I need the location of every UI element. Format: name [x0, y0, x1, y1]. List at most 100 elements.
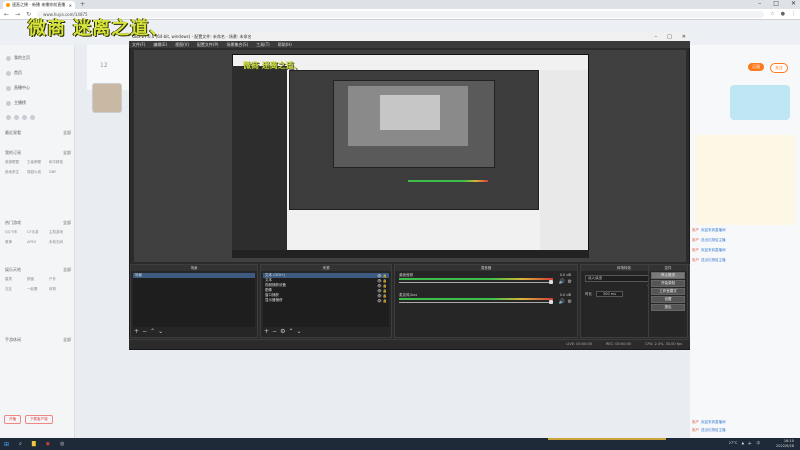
category-link[interactable]: 体育 [49, 287, 71, 292]
volume-slider[interactable] [399, 302, 553, 303]
obs-taskbar-icon[interactable]: ◎ [60, 441, 64, 447]
sidebar-item-rank[interactable]: 主播榜 [6, 100, 26, 106]
promo-banner[interactable] [730, 85, 790, 120]
exit-button[interactable]: 退出 [651, 304, 685, 311]
section-recent[interactable]: 最近观看 全部 [5, 130, 71, 136]
move-up-icon[interactable]: ⌃ [150, 328, 155, 335]
ime-indicator[interactable]: 中 [757, 441, 761, 446]
volume-slider-knob[interactable] [549, 300, 553, 304]
remove-source-button[interactable]: − [272, 328, 277, 335]
section-subscribed[interactable]: 我的订阅 全部 [5, 150, 71, 156]
menu-scene-collection[interactable]: 场景集合(S) [226, 42, 248, 48]
follow-button[interactable]: 关注 [770, 63, 788, 73]
sidebar-item-index[interactable]: 首页 [6, 70, 22, 76]
add-scene-button[interactable]: + [134, 328, 139, 335]
move-up-icon[interactable]: ⌃ [288, 328, 293, 335]
search-icon[interactable]: ⌕ [19, 441, 22, 447]
volume-icon[interactable]: 🔈 [748, 441, 752, 446]
menu-tools[interactable]: 工具(T) [256, 42, 270, 48]
chat-message: 用户 送出礼物给主播 [692, 258, 726, 262]
section-mobile[interactable]: 手游休闲 全部 [5, 337, 71, 343]
speaker-icon[interactable]: 🔊 [559, 299, 565, 305]
streamer-avatar[interactable] [92, 83, 122, 113]
settings-button[interactable]: 设置 [651, 296, 685, 303]
add-source-button[interactable]: + [264, 328, 269, 335]
studio-mode-button[interactable]: 工作室模式 [651, 288, 685, 295]
minimize-button[interactable]: – [758, 0, 761, 7]
category-link[interactable]: 原神 [5, 240, 27, 245]
section-hot-games[interactable]: 热门游戏 全部 [5, 220, 71, 226]
scenes-dock-title: 场景 [131, 265, 257, 271]
menu-profile[interactable]: 配置文件(P) [197, 42, 219, 48]
game-icon[interactable] [14, 115, 19, 120]
file-explorer-icon[interactable]: ▇ [32, 441, 36, 447]
live-timer: LIVE: 00:00:00 [566, 342, 592, 346]
video-icon[interactable] [30, 115, 35, 120]
star-icon[interactable]: ☆ [770, 11, 774, 17]
source-item[interactable]: 显示器捕获 👁 🔒 [263, 298, 389, 303]
start-recording-button[interactable]: 开始录制 [651, 280, 685, 287]
category-link[interactable]: 英雄联盟 [5, 160, 27, 165]
live-icon [6, 85, 11, 91]
category-link[interactable]: 永劫无间 [49, 240, 71, 245]
category-link[interactable]: 王者荣耀 [27, 160, 49, 165]
move-down-icon[interactable]: ⌄ [296, 328, 301, 335]
tab-close-icon[interactable]: ✕ [69, 3, 72, 8]
obs-minimize-button[interactable]: – [655, 34, 658, 40]
menu-view[interactable]: 视图(V) [175, 42, 189, 48]
category-link[interactable]: 户外 [49, 277, 71, 282]
back-icon[interactable]: ← [4, 11, 9, 18]
category-link[interactable]: DNF [49, 170, 71, 175]
start-stream-button[interactable]: 开播 [4, 415, 21, 424]
forward-icon[interactable]: → [15, 11, 20, 18]
category-link[interactable]: 穿越火线 [27, 170, 49, 175]
category-link[interactable]: 交友 [5, 287, 27, 292]
new-tab-button[interactable]: + [80, 1, 85, 8]
category-link[interactable]: 主机游戏 [49, 230, 71, 235]
category-link[interactable]: 和平精英 [49, 160, 71, 165]
gear-icon[interactable]: ⚙ [568, 299, 572, 305]
category-link[interactable]: 颜值 [27, 277, 49, 282]
windows-start-icon[interactable]: ⊞ [4, 441, 9, 448]
download-client-button[interactable]: 下载客户端 [25, 415, 53, 424]
speaker-icon[interactable]: 🔊 [559, 279, 565, 285]
menu-file[interactable]: 文件(F) [132, 42, 145, 48]
heart-icon[interactable] [6, 115, 11, 120]
section-entertainment[interactable]: 娱乐天地 全部 [5, 267, 71, 273]
duration-field[interactable]: 300 ms [596, 291, 624, 297]
remove-scene-button[interactable]: − [142, 328, 147, 335]
clock[interactable]: 16:10 2022/9/28 [776, 439, 794, 449]
star-icon[interactable] [22, 115, 27, 120]
category-link[interactable]: QQ飞车 [5, 230, 27, 235]
volume-slider[interactable] [399, 282, 553, 283]
category-link[interactable]: 绝地求生 [5, 170, 27, 175]
sidebar-item-live-center[interactable]: 直播中心 [6, 85, 30, 91]
source-settings-icon[interactable]: ⚙ [280, 328, 285, 335]
browser-tab[interactable]: 速直之撲 - 新播 来播你前直播 ✕ [3, 1, 75, 9]
controls-dock-title: 控件 [649, 265, 687, 271]
menu-edit[interactable]: 编辑(E) [153, 42, 167, 48]
menu-help[interactable]: 帮助(H) [278, 42, 292, 48]
category-link[interactable]: 星秀 [5, 277, 27, 282]
category-link[interactable]: 一起看 [27, 287, 49, 292]
volume-slider-knob[interactable] [549, 280, 553, 284]
weather-temp[interactable]: 27°C [729, 441, 738, 446]
sidebar-item-home[interactable]: 我的主页 [6, 55, 30, 61]
obs-close-button[interactable]: ✕ [682, 34, 686, 40]
stop-streaming-button[interactable]: 停止推流 [651, 272, 685, 279]
profile-icon[interactable]: ● [781, 11, 785, 17]
category-link[interactable]: CF手游 [27, 230, 49, 235]
scene-item[interactable]: 场景 [133, 273, 255, 278]
menu-icon[interactable]: ⋮ [791, 11, 796, 17]
close-button[interactable]: ✕ [791, 0, 796, 7]
move-down-icon[interactable]: ⌄ [158, 328, 163, 335]
visibility-icon: 👁 🔒 [377, 283, 387, 288]
maximize-button[interactable]: □ [773, 0, 779, 7]
gear-icon[interactable]: ⚙ [568, 279, 572, 285]
network-icon[interactable]: ▲ [741, 441, 744, 446]
obs-maximize-button[interactable]: □ [667, 34, 672, 40]
visibility-icon: 👁 🔒 [377, 288, 387, 293]
subscribe-button[interactable]: 订阅 [748, 63, 764, 71]
category-link[interactable]: APEX [27, 240, 49, 245]
chrome-icon[interactable]: ◉ [46, 441, 50, 447]
